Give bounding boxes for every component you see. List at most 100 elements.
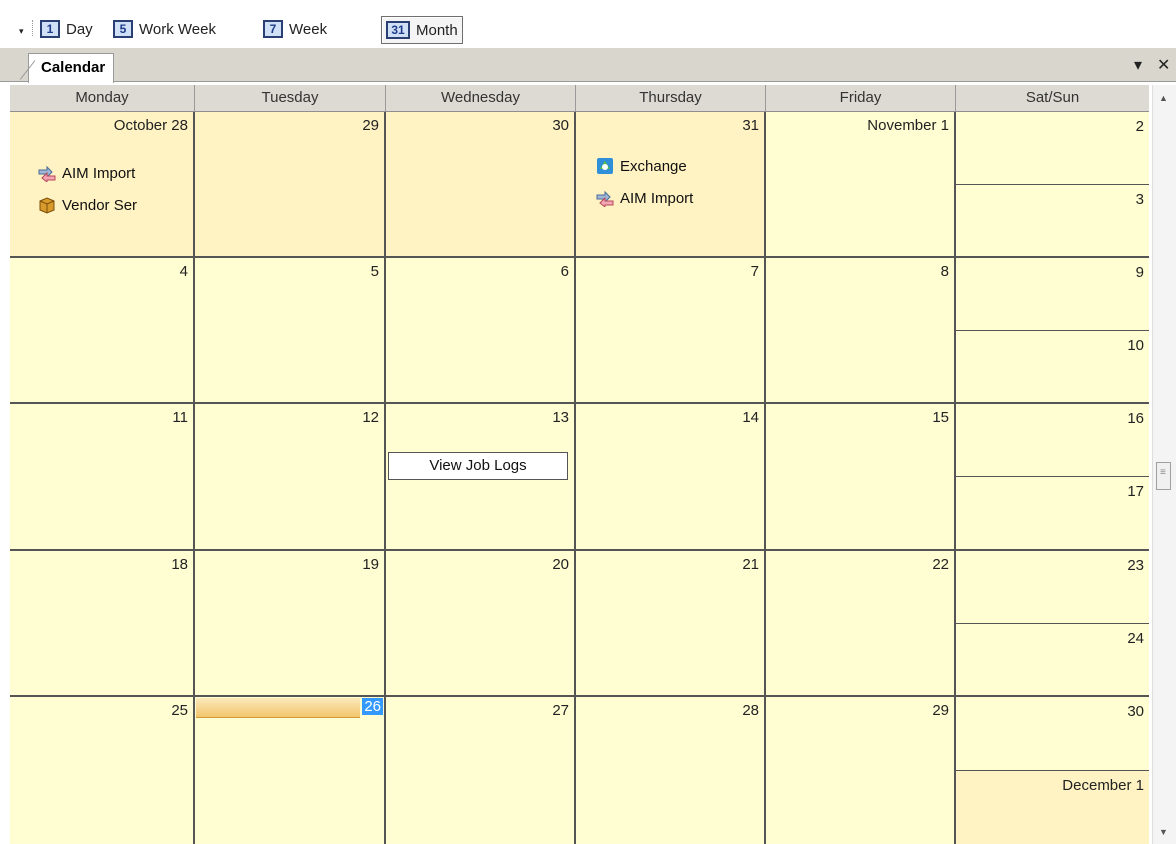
day-cell[interactable]: 7 xyxy=(576,258,766,404)
day-cell[interactable]: 18 xyxy=(10,551,195,697)
weekend-cell: 2 3 xyxy=(956,112,1149,258)
header-wednesday: Wednesday xyxy=(386,85,576,111)
day-cell[interactable]: October 28 AIM Import Vendor Ser xyxy=(10,112,195,258)
day-cell[interactable]: 28 xyxy=(576,697,766,844)
day-cell[interactable]: 21 xyxy=(576,551,766,697)
saturday-cell[interactable]: 9 xyxy=(956,258,1149,331)
day-cell[interactable]: 13 View Job Logs xyxy=(386,404,576,551)
day-number: 29 xyxy=(362,117,379,134)
day-cell[interactable]: 27 xyxy=(386,697,576,844)
day-cell[interactable]: November 1 xyxy=(766,112,956,258)
scroll-up-icon[interactable]: ▲ xyxy=(1159,93,1168,103)
day-number: 30 xyxy=(552,117,569,134)
day-number: 30 xyxy=(1127,703,1144,720)
header-monday: Monday xyxy=(10,85,195,111)
day-cell[interactable]: 20 xyxy=(386,551,576,697)
work-week-view-label: Work Week xyxy=(139,20,216,38)
calendar-event[interactable]: AIM Import xyxy=(38,164,135,182)
day-cell[interactable]: 12 xyxy=(195,404,386,551)
day-cell[interactable]: 29 xyxy=(195,112,386,258)
close-icon[interactable]: ✕ xyxy=(1157,55,1170,75)
event-label: AIM Import xyxy=(62,164,136,182)
day-number: 7 xyxy=(750,263,759,280)
scrollbar-thumb[interactable] xyxy=(1156,462,1171,490)
sunday-cell[interactable]: 10 xyxy=(956,330,1149,402)
day-number: 26 xyxy=(362,698,383,715)
day-number: 21 xyxy=(742,556,759,573)
event-label: AIM Import xyxy=(620,189,694,207)
tab-strip: Calendar ▾ ✕ xyxy=(0,48,1176,83)
saturday-cell[interactable]: 23 xyxy=(956,551,1149,624)
day-cell[interactable]: 8 xyxy=(766,258,956,404)
day-number: 28 xyxy=(742,702,759,719)
day-cell[interactable]: 4 xyxy=(10,258,195,404)
header-thursday: Thursday xyxy=(576,85,766,111)
header-sat-sun: Sat/Sun xyxy=(1025,89,1080,106)
sunday-cell[interactable]: 24 xyxy=(956,623,1149,695)
day-number: 17 xyxy=(1127,483,1144,500)
day-cell[interactable]: 11 xyxy=(10,404,195,551)
saturday-cell[interactable]: 30 xyxy=(956,697,1149,771)
day-number: 14 xyxy=(742,409,759,426)
calendar-event[interactable]: Vendor Ser xyxy=(38,196,137,214)
month-grid: October 28 AIM Import Vendor Ser 29 30 3… xyxy=(10,112,1149,844)
month-view-icon: 31 xyxy=(386,21,410,39)
week-view-label: Week xyxy=(289,20,328,38)
day-number: December 1 xyxy=(1062,777,1144,794)
day-cell[interactable]: 22 xyxy=(766,551,956,697)
day-number: 22 xyxy=(932,556,949,573)
week-view-button[interactable]: 7 Week xyxy=(263,17,327,41)
calendar-event[interactable]: Exchange xyxy=(596,157,687,175)
day-cell[interactable]: 6 xyxy=(386,258,576,404)
vertical-scrollbar[interactable]: ▲ ▼ xyxy=(1152,85,1176,844)
day-cell[interactable]: 15 xyxy=(766,404,956,551)
scroll-down-icon[interactable]: ▼ xyxy=(1159,827,1168,837)
sunday-cell[interactable]: 3 xyxy=(956,184,1149,256)
day-view-icon: 1 xyxy=(40,20,60,38)
aim-import-icon xyxy=(596,190,614,207)
day-number: 5 xyxy=(370,263,379,280)
view-job-logs-menu-item[interactable]: View Job Logs xyxy=(388,452,568,480)
sunday-cell[interactable]: December 1 xyxy=(956,771,1149,844)
toolbar-grip[interactable] xyxy=(32,20,35,36)
day-number: 3 xyxy=(1135,190,1144,208)
sunday-cell[interactable]: 17 xyxy=(956,477,1149,549)
tab-list-dropdown-icon[interactable]: ▾ xyxy=(1134,55,1142,75)
day-number: 12 xyxy=(362,409,379,426)
day-cell[interactable]: 14 xyxy=(576,404,766,551)
day-cell[interactable]: 31 Exchange AIM Import xyxy=(576,112,766,258)
day-number: 25 xyxy=(171,702,188,719)
day-cell[interactable]: 19 xyxy=(195,551,386,697)
week-view-icon: 7 xyxy=(263,20,283,38)
day-number: November 1 xyxy=(867,117,949,134)
day-cell[interactable]: 5 xyxy=(195,258,386,404)
weekend-cell: 9 10 xyxy=(956,258,1149,404)
day-cell[interactable]: 25 xyxy=(10,697,195,844)
day-view-label: Day xyxy=(66,20,93,38)
day-number: 19 xyxy=(362,556,379,573)
view-toolbar: ▾ 1 Day 5 Work Week 7 Week 31 Month xyxy=(0,0,1176,48)
work-week-view-button[interactable]: 5 Work Week xyxy=(113,17,216,41)
day-number: 8 xyxy=(940,263,949,280)
saturday-cell[interactable]: 2 xyxy=(956,112,1149,185)
day-cell[interactable]: 30 xyxy=(386,112,576,258)
day-number: 13 xyxy=(552,409,569,426)
month-view-button[interactable]: 31 Month xyxy=(381,16,463,44)
month-view-label: Month xyxy=(416,21,458,39)
weekend-cell: 16 17 xyxy=(956,404,1149,551)
day-number: 20 xyxy=(552,556,569,573)
calendar-event[interactable]: AIM Import xyxy=(596,189,693,207)
toolbar-options-icon[interactable]: ▾ xyxy=(19,26,24,37)
day-number: 10 xyxy=(1127,336,1144,354)
day-view-button[interactable]: 1 Day xyxy=(40,17,93,41)
day-number: 9 xyxy=(1135,264,1144,281)
weekend-cell: 23 24 xyxy=(956,551,1149,697)
saturday-cell[interactable]: 16 xyxy=(956,404,1149,477)
day-number: 4 xyxy=(179,263,188,280)
day-cell[interactable]: 29 xyxy=(766,697,956,844)
day-number: 27 xyxy=(552,702,569,719)
today-cell[interactable]: 26 xyxy=(195,697,386,844)
tab-calendar[interactable]: Calendar xyxy=(28,53,115,83)
header-tuesday: Tuesday xyxy=(195,85,386,111)
day-number: 18 xyxy=(171,556,188,573)
